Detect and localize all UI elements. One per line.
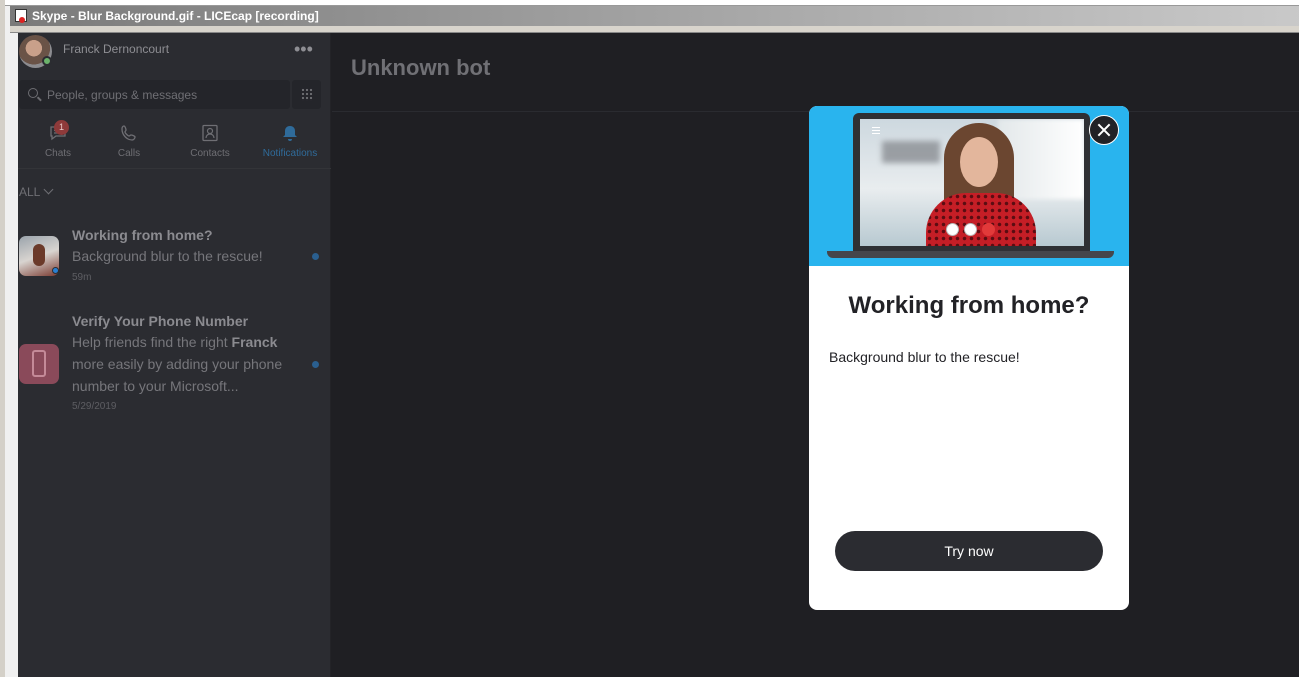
person-face <box>960 137 998 187</box>
window-border <box>10 26 1299 33</box>
tab-notifications[interactable]: Notifications <box>250 115 330 169</box>
bell-icon <box>283 126 297 141</box>
tab-calls[interactable]: Calls <box>89 115 169 169</box>
notification-time: 59m <box>72 272 92 283</box>
profile-name[interactable]: Franck Dernoncourt <box>63 42 169 56</box>
video-call-preview <box>860 119 1084 246</box>
blurred-sign <box>882 141 940 163</box>
notification-body: Background blur to the rescue! <box>72 248 263 264</box>
close-button[interactable] <box>1089 115 1119 145</box>
video-icon <box>964 223 977 236</box>
laptop-base <box>827 251 1114 258</box>
dialog-title: Working from home? <box>848 292 1090 319</box>
person-body <box>926 193 1036 246</box>
tab-contacts[interactable]: Contacts <box>170 115 250 169</box>
notification-title: Working from home? <box>72 227 213 243</box>
unread-indicator <box>312 253 319 260</box>
window-title: Skype - Blur Background.gif - LICEcap [r… <box>32 9 319 23</box>
notification-item[interactable]: Working from home? Background blur to th… <box>18 221 331 291</box>
body-line: number to your Microsoft... <box>72 378 239 394</box>
tab-label: Contacts <box>190 148 230 159</box>
search-input[interactable] <box>47 86 282 103</box>
app-window: Skype - Blur Background.gif - LICEcap [r… <box>0 0 1299 677</box>
try-now-button[interactable]: Try now <box>835 531 1103 571</box>
sidebar-tabs: 1 Chats Calls Contacts Notifications <box>18 115 331 169</box>
title-bar[interactable]: Skype - Blur Background.gif - LICEcap [r… <box>10 6 1299 26</box>
tab-label: Notifications <box>262 148 318 159</box>
menu-icon <box>872 127 880 134</box>
mic-icon <box>946 223 959 236</box>
tab-label: Calls <box>117 148 141 159</box>
licecap-icon <box>15 9 27 23</box>
dialpad-icon <box>301 88 313 101</box>
dialog-body: Background blur to the rescue! <box>829 349 1020 365</box>
sidebar: Franck Dernoncourt ••• 1 Chats <box>18 33 331 677</box>
chevron-down-icon <box>43 184 54 195</box>
notification-thumbnail <box>19 236 59 276</box>
body-highlight-name: Franck <box>231 334 278 350</box>
phone-verify-thumbnail <box>19 344 59 384</box>
notification-time: 5/29/2019 <box>72 401 117 412</box>
unread-indicator <box>312 361 319 368</box>
search-box[interactable] <box>19 80 290 109</box>
conversation-title[interactable]: Unknown bot <box>351 55 490 81</box>
skype-app: Franck Dernoncourt ••• 1 Chats <box>18 33 1299 677</box>
filter-dropdown[interactable]: ALL <box>19 184 54 199</box>
body-line: Help friends find the right <box>72 334 232 350</box>
profile-header[interactable]: Franck Dernoncourt ••• <box>18 33 331 69</box>
search-icon <box>28 88 38 98</box>
promo-dialog: Working from home? Background blur to th… <box>809 106 1129 610</box>
hero-illustration <box>809 106 1129 266</box>
tab-chats[interactable]: 1 Chats <box>18 115 98 169</box>
notification-body: Help friends find the right Franck more … <box>72 331 312 397</box>
contacts-icon <box>202 124 218 142</box>
notification-title: Verify Your Phone Number <box>72 313 249 329</box>
unread-badge: 1 <box>54 120 69 135</box>
presence-indicator <box>42 56 52 66</box>
notification-item[interactable]: Verify Your Phone Number Help friends fi… <box>18 307 331 417</box>
call-controls <box>946 223 1000 237</box>
tab-label: Chats <box>44 148 72 159</box>
body-line: more easily by adding your phone <box>72 356 283 372</box>
more-options-icon[interactable]: ••• <box>294 39 313 60</box>
conversation-header: Unknown bot <box>332 33 1299 112</box>
phone-icon <box>121 125 136 141</box>
hangup-icon <box>982 223 995 236</box>
laptop-illustration <box>853 113 1090 255</box>
filter-label: ALL <box>19 185 41 199</box>
dialpad-button[interactable] <box>292 80 321 109</box>
